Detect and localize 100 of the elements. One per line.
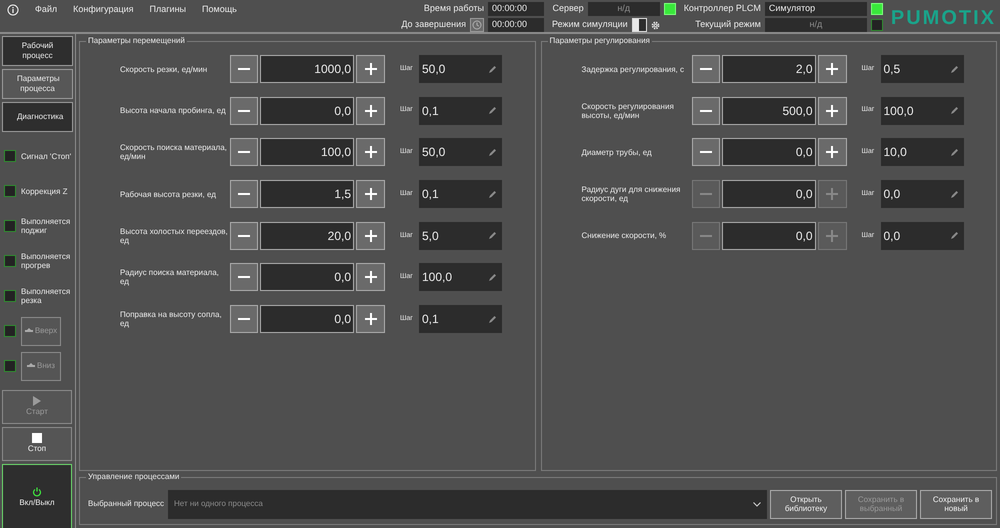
decrease-button[interactable] [230,96,258,125]
clock-icon[interactable] [470,18,484,32]
pencil-icon[interactable] [950,66,958,72]
increase-button[interactable] [818,96,846,125]
readonly-field: Симулятор [764,2,867,16]
process-button[interactable]: Открыть библиотеку [770,490,842,518]
step-field[interactable]: 5,0 [419,222,502,250]
simulation-toggle[interactable] [632,18,647,32]
increase-button[interactable] [356,222,385,250]
value-field[interactable]: 2,0 [722,55,816,83]
menu-item[interactable]: Файл [35,3,58,16]
dropdown-placeholder: Нет ни одного процесса [174,498,263,510]
pencil-icon[interactable] [950,232,958,240]
minus-icon [700,193,712,196]
step-value: 0,5 [884,61,900,78]
decrease-button[interactable] [230,138,258,166]
pencil-icon[interactable] [950,107,958,114]
decrease-button[interactable] [692,55,720,83]
gear-icon[interactable] [650,20,660,30]
value-field[interactable]: 100,0 [260,138,354,166]
decrease-button[interactable] [230,180,258,208]
param-label: Высота начала пробинга, ед [120,106,227,116]
pencil-icon[interactable] [489,190,496,198]
sidebar-tab[interactable]: Рабочий процесс [2,36,73,66]
value-field[interactable]: 1,5 [260,180,354,208]
plus-icon [364,104,376,117]
play-icon [33,396,41,406]
pencil-icon[interactable] [489,232,496,240]
increase-button[interactable] [356,96,385,125]
pencil-icon[interactable] [950,148,958,156]
step-field[interactable]: 0,5 [880,55,964,83]
pencil-icon[interactable] [950,190,958,198]
signal-label: Выполняется поджиг [21,217,72,235]
minus-icon [700,234,712,237]
value-field[interactable]: 500,0 [722,96,816,125]
step-field[interactable]: 50,0 [419,55,502,83]
decrease-button[interactable] [230,263,258,292]
value-field[interactable]: 0,0 [722,138,816,166]
pencil-icon[interactable] [489,66,496,72]
chevron-down-icon [753,502,761,506]
minus-icon [238,68,250,70]
field-label: Контроллер PLCM [684,2,761,16]
value-field[interactable]: 0,0 [260,305,354,334]
process-button[interactable]: Сохранить в новый [920,490,992,518]
pencil-icon[interactable] [489,107,496,114]
info-icon[interactable] [7,4,19,16]
readonly-field: н/д [588,2,660,16]
plus-icon [826,188,838,200]
increase-button[interactable] [818,138,846,166]
stop-button[interactable]: Стоп [2,427,72,461]
increase-button[interactable] [356,138,385,166]
menu-item[interactable]: Конфигурация [73,3,134,16]
pencil-icon[interactable] [489,148,496,156]
sidebar-tab[interactable]: Диагностика [2,102,73,132]
power-button[interactable]: Вкл/Выкл [2,464,72,528]
param-label: Скорость резки, ед/мин [120,64,208,74]
step-field[interactable]: 100,0 [880,96,964,125]
pencil-icon[interactable] [489,316,496,323]
step-field[interactable]: 50,0 [419,138,502,166]
process-dropdown[interactable]: Нет ни одного процесса [168,490,767,518]
value-field[interactable]: 0,0 [260,263,354,292]
step-value: 0,0 [884,228,900,245]
step-field[interactable]: 10,0 [880,138,964,166]
increase-button[interactable] [356,55,385,83]
decrease-button[interactable] [692,138,720,166]
panel-title: Управление процессами [86,472,182,482]
increase-button[interactable] [356,263,385,292]
decrease-button[interactable] [230,55,258,83]
step-value: 0,0 [884,186,900,204]
pencil-icon[interactable] [489,274,496,281]
value-field[interactable]: 0,0 [260,96,354,125]
readonly-field: 00:00:00 [488,2,544,16]
minus-icon [700,68,712,70]
minus-icon [700,110,712,112]
step-field[interactable]: 0,1 [419,180,502,208]
plus-icon [364,313,376,326]
menu-item[interactable]: Помощь [202,3,237,16]
param-label: Высота холостых переездов, ед [120,226,229,245]
sidebar-tab[interactable]: Параметры процесса [2,69,73,99]
increase-button[interactable] [356,180,385,208]
menu-item[interactable]: Плагины [150,3,186,16]
step-value: 50,0 [422,61,446,78]
value-field[interactable]: 20,0 [260,222,354,250]
increase-button[interactable] [818,55,846,83]
value-field[interactable]: 1000,0 [260,55,354,83]
logo: PUMOTIX [890,6,996,28]
arrow-icon [24,328,33,334]
minus-icon [238,193,250,196]
step-field[interactable]: 0,1 [419,305,502,334]
decrease-button[interactable] [692,96,720,125]
step-field[interactable]: 100,0 [419,263,502,292]
param-label: Скорость регулирования высоты, ед/мин [582,102,675,120]
decrease-button[interactable] [230,305,258,334]
readonly-field: 00:00:00 [488,18,544,32]
stop-icon [32,433,42,443]
param-label: Поправка на высоту сопла, ед [120,310,223,328]
step-field[interactable]: 0,1 [419,96,502,125]
increase-button[interactable] [356,305,385,334]
minus-icon [238,276,250,278]
decrease-button[interactable] [230,222,258,250]
